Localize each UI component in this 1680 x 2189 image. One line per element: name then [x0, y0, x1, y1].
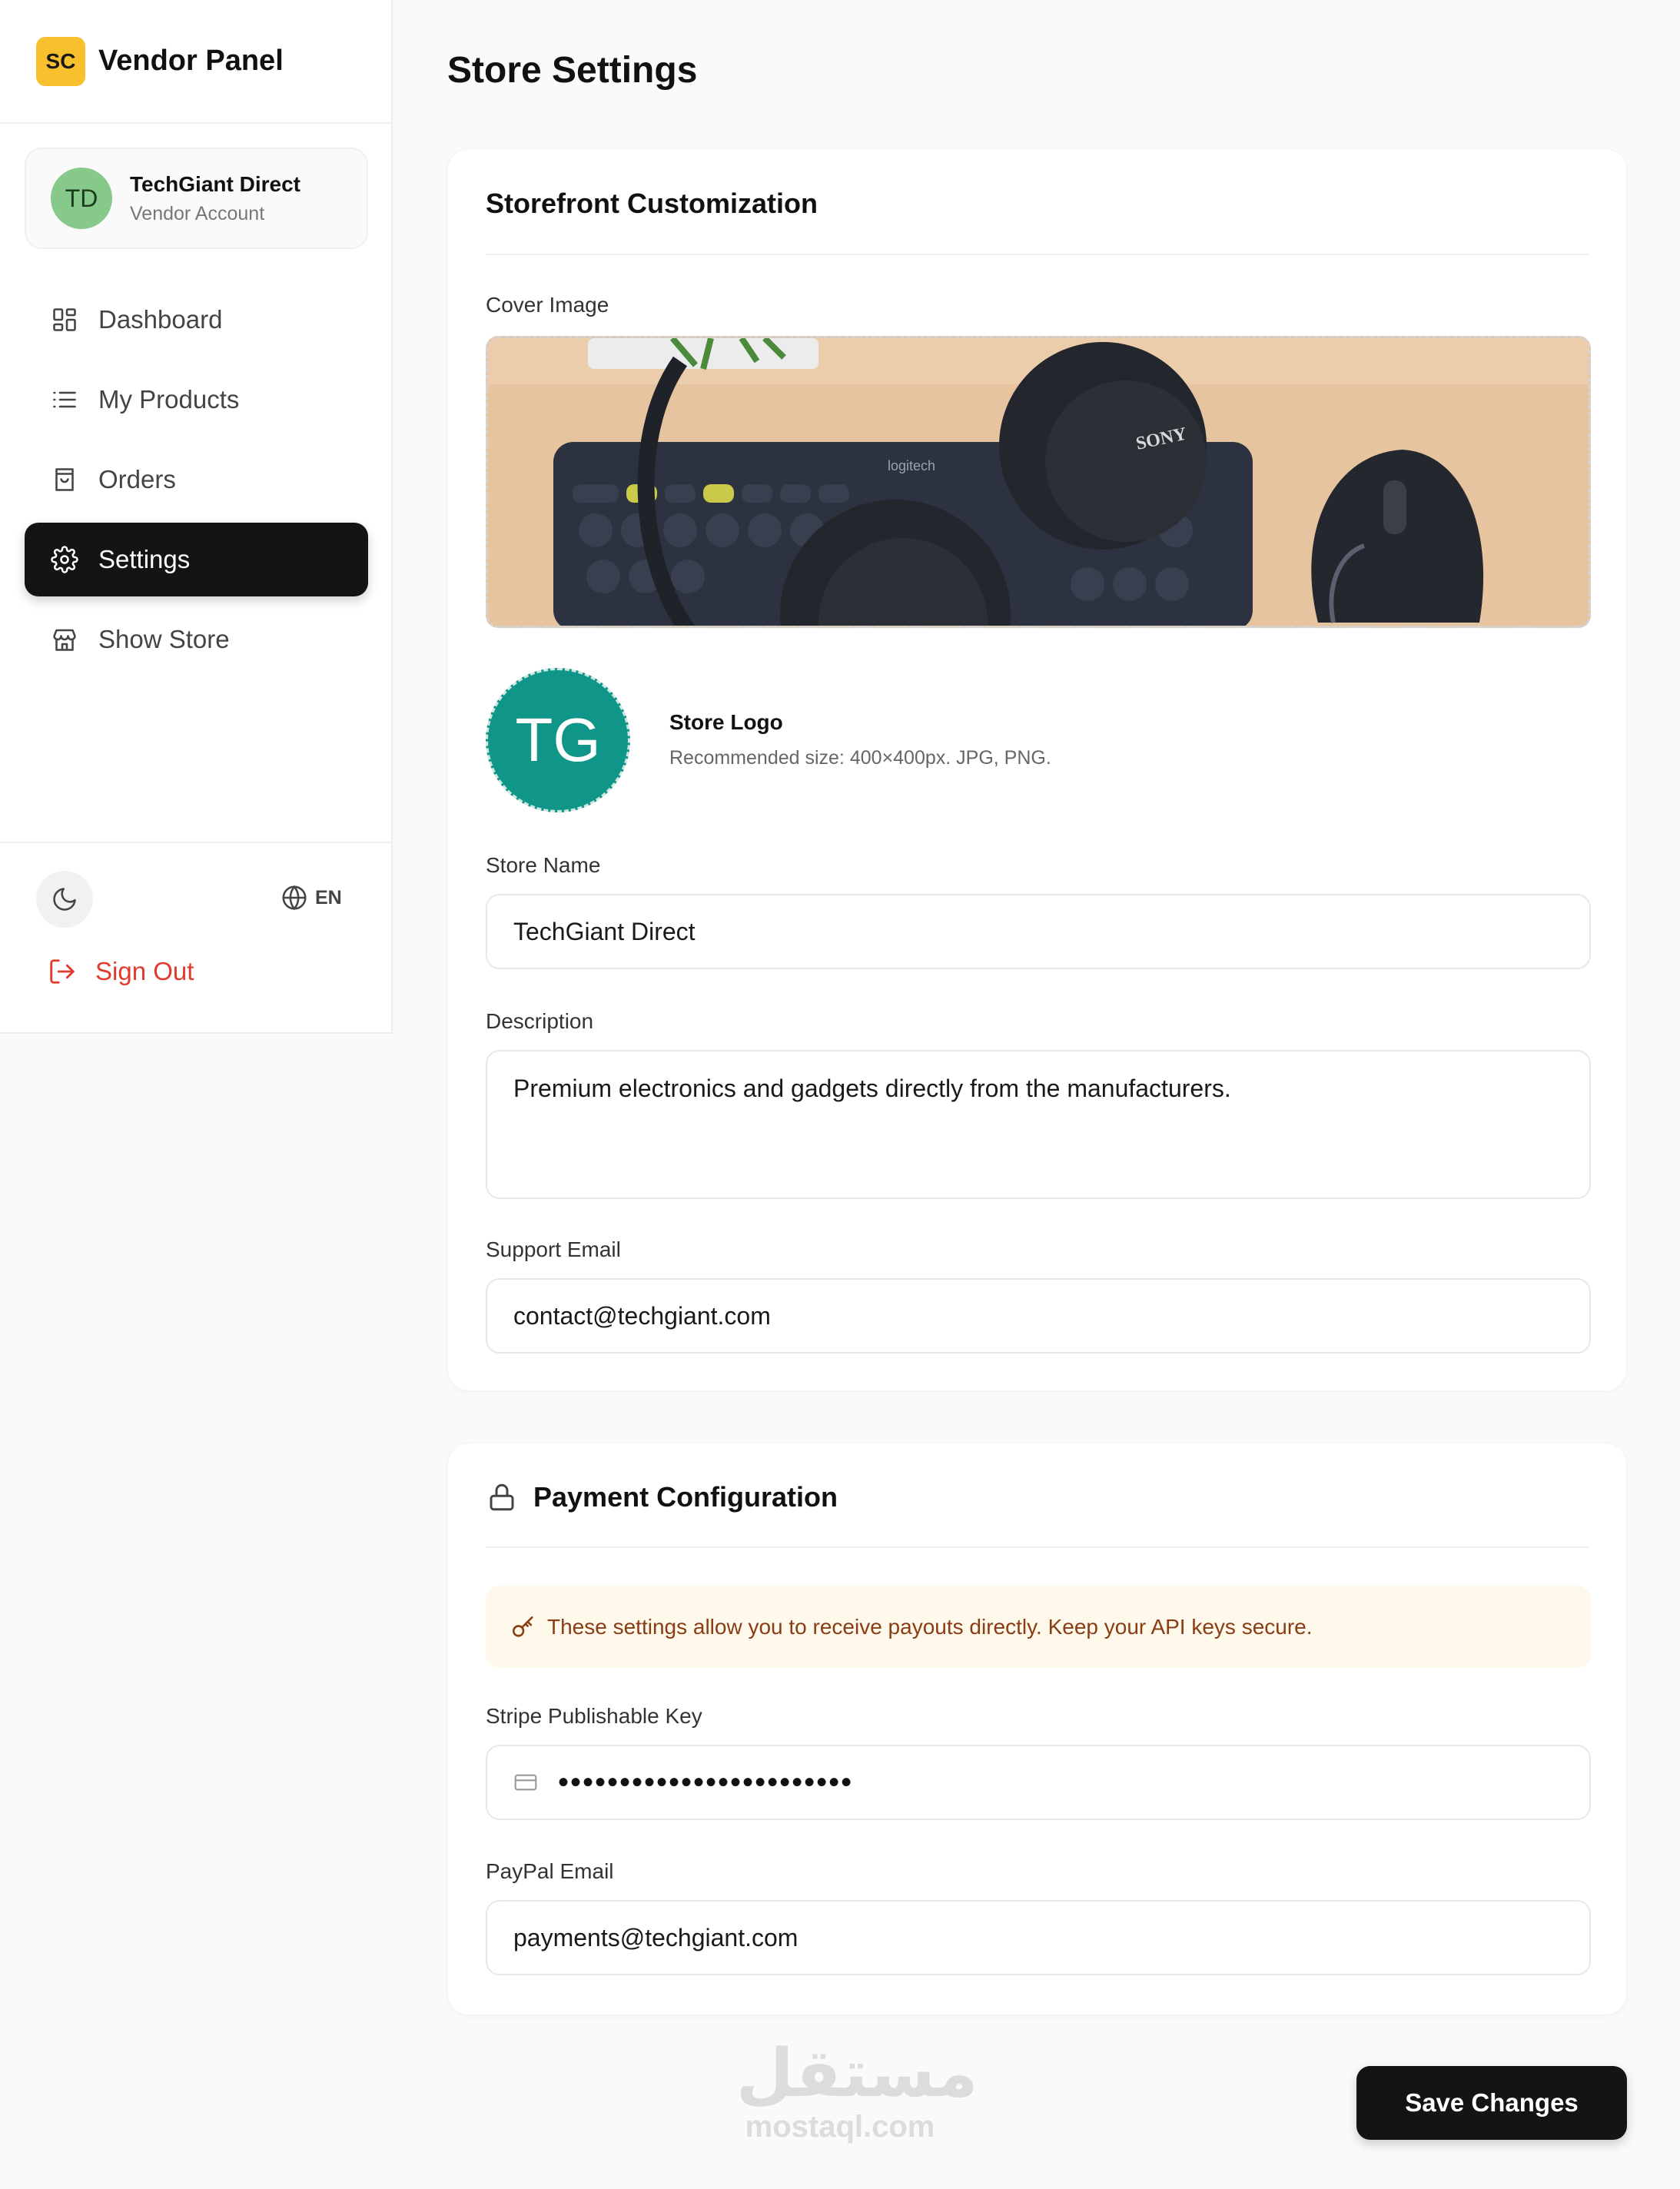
- account-name: TechGiant Direct: [130, 171, 300, 196]
- lock-icon: [486, 1481, 518, 1513]
- sidebar-nav: Dashboard My Products Orders Settings Sh…: [25, 283, 368, 683]
- sidebar-item-orders[interactable]: Orders: [25, 443, 368, 517]
- stripe-key-value: ••••••••••••••••••••••••: [558, 1765, 854, 1799]
- account-role: Vendor Account: [130, 202, 265, 224]
- sidebar-item-my-products[interactable]: My Products: [25, 363, 368, 437]
- log-out-icon: [48, 957, 77, 986]
- description-label: Description: [486, 1009, 594, 1033]
- support-email-input[interactable]: contact@techgiant.com: [486, 1278, 1591, 1354]
- avatar: TD: [51, 168, 112, 229]
- stripe-key-input[interactable]: ••••••••••••••••••••••••: [486, 1745, 1591, 1820]
- cover-image-label: Cover Image: [486, 293, 609, 317]
- svg-text:logitech: logitech: [888, 458, 935, 473]
- paypal-email-input[interactable]: payments@techgiant.com: [486, 1900, 1591, 1975]
- sidebar-item-settings[interactable]: Settings: [25, 523, 368, 596]
- stripe-key-label: Stripe Publishable Key: [486, 1704, 702, 1728]
- sidebar-item-label: Settings: [98, 545, 191, 573]
- payment-card-header: Payment Configuration: [486, 1443, 1589, 1548]
- description-textarea[interactable]: Premium electronics and gadgets directly…: [486, 1050, 1591, 1199]
- language-switcher[interactable]: EN: [280, 883, 342, 912]
- brand-badge: SC: [36, 36, 85, 86]
- sign-out-label: Sign Out: [95, 957, 194, 985]
- store-name-input[interactable]: TechGiant Direct: [486, 894, 1591, 969]
- store-icon: [49, 624, 80, 655]
- store-name-label: Store Name: [486, 853, 601, 877]
- store-logo-hint: Recommended size: 400×400px. JPG, PNG.: [669, 747, 1051, 769]
- store-logo-title: Store Logo: [669, 710, 783, 734]
- credit-card-icon: [513, 1770, 538, 1795]
- brand-title: Vendor Panel: [98, 45, 284, 77]
- gear-icon: [49, 544, 80, 575]
- storefront-card-header: Storefront Customization: [486, 149, 1589, 255]
- watermark: مستقل mostaql.com: [736, 2037, 978, 2144]
- dashboard-icon: [49, 304, 80, 335]
- section-title: Payment Configuration: [533, 1481, 838, 1513]
- sidebar-item-label: Orders: [98, 465, 176, 493]
- store-logo-upload[interactable]: TG: [486, 668, 630, 812]
- sidebar-item-label: Show Store: [98, 625, 230, 653]
- shopping-bag-icon: [49, 464, 80, 495]
- cover-image: logitech SONY: [488, 338, 1589, 626]
- theme-toggle-button[interactable]: [36, 871, 93, 928]
- page-title: Store Settings: [447, 50, 698, 91]
- watermark-latin: mostaql.com: [745, 2110, 935, 2144]
- list-icon: [49, 384, 80, 415]
- storefront-card: Storefront Customization Cover Image log…: [447, 148, 1627, 1391]
- support-email-label: Support Email: [486, 1237, 621, 1261]
- sidebar: SC Vendor Panel TD TechGiant Direct Vend…: [0, 0, 393, 1034]
- section-title: Storefront Customization: [486, 188, 818, 219]
- save-changes-button[interactable]: Save Changes: [1356, 2066, 1627, 2140]
- brand: SC Vendor Panel: [0, 0, 391, 124]
- sidebar-item-dashboard[interactable]: Dashboard: [25, 283, 368, 357]
- payment-notice-text: These settings allow you to receive payo…: [547, 1614, 1313, 1639]
- sidebar-item-label: Dashboard: [98, 305, 223, 334]
- globe-icon: [280, 883, 309, 912]
- sidebar-item-show-store[interactable]: Show Store: [25, 603, 368, 676]
- cover-image-upload[interactable]: logitech SONY: [486, 336, 1591, 628]
- language-label: EN: [315, 886, 342, 908]
- sign-out-button[interactable]: Sign Out: [48, 957, 194, 986]
- watermark-arabic: مستقل: [736, 2037, 978, 2111]
- account-card[interactable]: TD TechGiant Direct Vendor Account: [25, 148, 368, 249]
- moon-icon: [51, 885, 78, 913]
- key-icon: [510, 1614, 536, 1640]
- paypal-email-label: PayPal Email: [486, 1859, 614, 1883]
- sidebar-item-label: My Products: [98, 385, 240, 414]
- payment-notice: These settings allow you to receive payo…: [486, 1586, 1591, 1668]
- sidebar-footer: EN Sign Out: [0, 842, 393, 1034]
- payment-card: Payment Configuration These settings all…: [447, 1443, 1627, 2015]
